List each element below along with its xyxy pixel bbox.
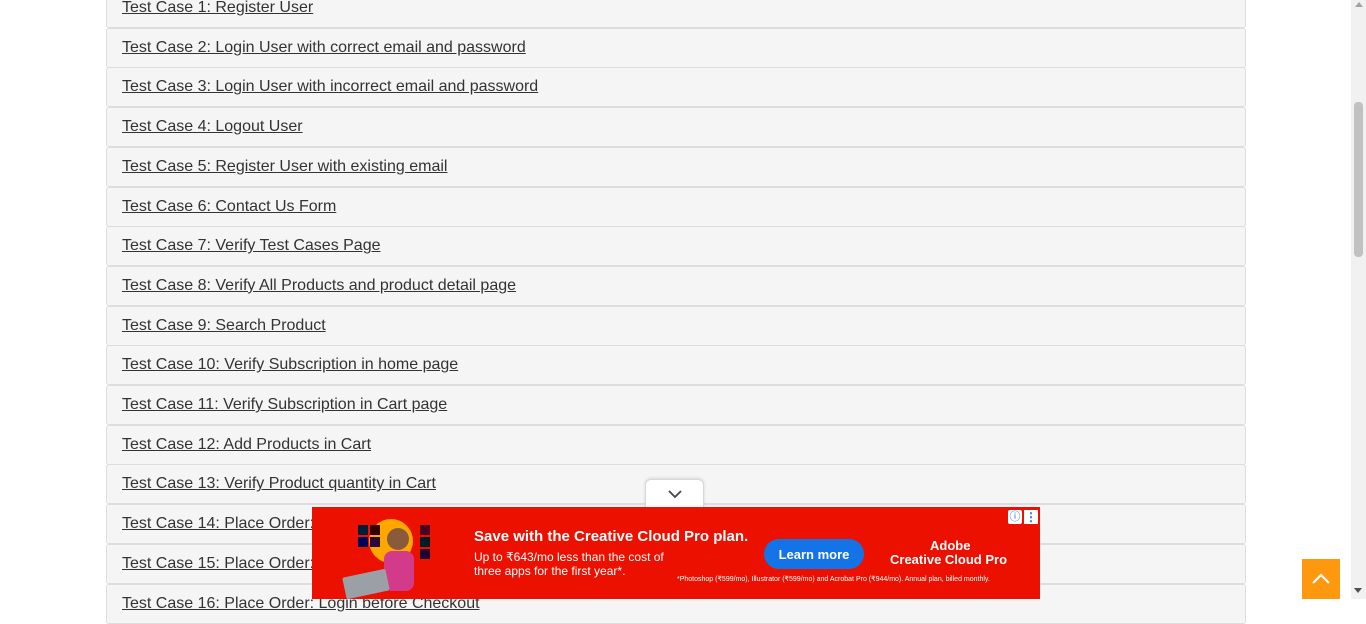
test-case-link[interactable]: Test Case 7: Verify Test Cases Page <box>122 237 381 255</box>
test-case-row: Test Case 6: Contact Us Form <box>106 186 1246 227</box>
test-case-row: Test Case 8: Verify All Products and pro… <box>106 265 1246 306</box>
page-scrollbar[interactable] <box>1351 0 1366 599</box>
test-case-link[interactable]: Test Case 1: Register User <box>122 0 313 17</box>
scroll-down-arrow-icon[interactable] <box>1354 588 1362 593</box>
ad-info-icon[interactable]: ⓘ <box>1008 510 1022 524</box>
test-case-link[interactable]: Test Case 9: Search Product <box>122 317 326 335</box>
test-case-link[interactable]: Test Case 10: Verify Subscription in hom… <box>122 356 458 374</box>
ad-illustration <box>342 519 430 599</box>
chevron-up-icon <box>1312 573 1330 584</box>
chevron-down-icon <box>667 490 682 499</box>
test-case-row: Test Case 11: Verify Subscription in Car… <box>106 385 1246 426</box>
test-case-link[interactable]: Test Case 5: Register User with existing… <box>122 158 447 176</box>
test-case-row: Test Case 7: Verify Test Cases Page <box>106 226 1246 267</box>
test-case-link[interactable]: Test Case 11: Verify Subscription in Car… <box>122 396 447 414</box>
scroll-to-top-button[interactable] <box>1302 559 1340 599</box>
test-case-row: Test Case 10: Verify Subscription in hom… <box>106 345 1246 386</box>
test-case-link[interactable]: Test Case 13: Verify Product quantity in… <box>122 475 436 493</box>
scroll-up-arrow-icon[interactable] <box>1355 2 1363 7</box>
ad-collapse-tab[interactable] <box>645 479 704 508</box>
ad-headline: Save with the Creative Cloud Pro plan. <box>474 528 749 545</box>
test-case-row: Test Case 1: Register User <box>106 0 1246 28</box>
test-case-link[interactable]: Test Case 4: Logout User <box>122 118 303 136</box>
test-case-link[interactable]: Test Case 3: Login User with incorrect e… <box>122 78 538 96</box>
ad-banner[interactable]: Save with the Creative Cloud Pro plan. U… <box>312 507 1040 599</box>
test-case-row: Test Case 9: Search Product <box>106 305 1246 346</box>
test-case-link[interactable]: Test Case 12: Add Products in Cart <box>122 436 371 454</box>
test-case-link[interactable]: Test Case 2: Login User with correct ema… <box>122 39 526 57</box>
test-case-link[interactable]: Test Case 8: Verify All Products and pro… <box>122 277 516 295</box>
ad-learn-more-button[interactable]: Learn more <box>764 539 864 569</box>
test-case-link[interactable]: Test Case 6: Contact Us Form <box>122 198 336 216</box>
test-case-row: Test Case 2: Login User with correct ema… <box>106 27 1246 68</box>
test-case-row: Test Case 12: Add Products in Cart <box>106 424 1246 465</box>
scrollbar-thumb[interactable] <box>1354 102 1363 257</box>
ad-menu-icon[interactable]: ⋮ <box>1024 510 1038 524</box>
ad-brand-product: Creative Cloud Pro <box>890 552 1008 567</box>
ad-subtext: Up to ₹643/mo less than the cost of thre… <box>474 550 664 578</box>
ad-fineprint: *Photoshop (₹599/mo), Illustrator (₹599/… <box>677 576 990 583</box>
test-case-row: Test Case 3: Login User with incorrect e… <box>106 67 1246 108</box>
test-case-row: Test Case 4: Logout User <box>106 107 1246 148</box>
test-case-row: Test Case 5: Register User with existing… <box>106 146 1246 187</box>
ad-brand-name: Adobe <box>930 538 971 553</box>
